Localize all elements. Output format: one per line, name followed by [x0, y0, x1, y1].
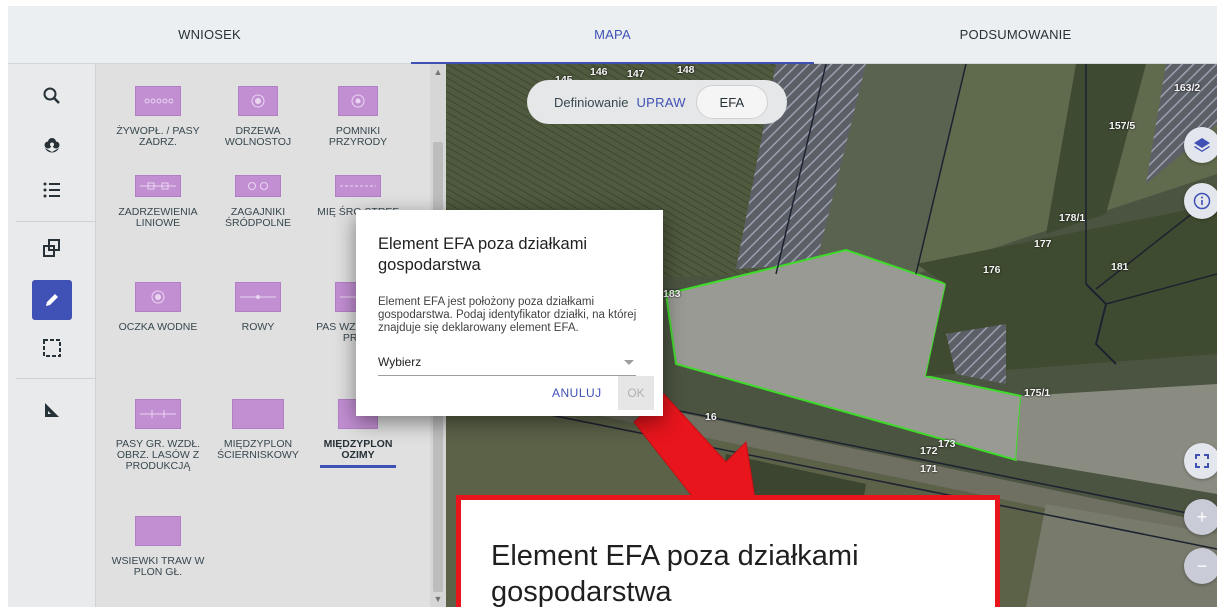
- crops-tool-button[interactable]: [32, 126, 72, 166]
- select-area-icon: [43, 339, 61, 357]
- search-icon: [43, 87, 60, 104]
- palette-item-oczka[interactable]: OCZKA WODNE: [110, 282, 206, 333]
- tab-podsumowanie[interactable]: PODSUMOWANIE: [814, 6, 1217, 63]
- palette-item-miedzyplon-scierniskowy[interactable]: MIĘDZYPLON ŚCIERNISKOWY: [210, 399, 306, 461]
- palette-item-label: MIĘDZYPLON ŚCIERNISKOWY: [217, 438, 299, 461]
- measure-icon: [45, 403, 59, 417]
- palette-item-label: WSIEWKI TRAW W PLON GŁ.: [111, 555, 205, 578]
- parcel-label: 148: [677, 64, 695, 76]
- parcel-label: 172: [920, 445, 938, 457]
- parcel-label: 181: [1111, 261, 1129, 273]
- cancel-button[interactable]: ANULUJ: [552, 386, 602, 400]
- define-mode-switch: Definiowanie UPRAW EFA: [527, 80, 787, 124]
- pond-icon: [135, 282, 181, 312]
- parcel-label: 157/5: [1109, 120, 1136, 132]
- palette-item-label: ŻYWOPŁ. / PASY ZADRZ.: [116, 125, 200, 148]
- parcel-label: 175/1: [1024, 387, 1051, 399]
- parcel-select[interactable]: Wybierz: [378, 352, 636, 376]
- tab-label: PODSUMOWANIE: [959, 27, 1072, 42]
- define-label: Definiowanie: [554, 94, 629, 110]
- palette-item-rowy[interactable]: ROWY: [210, 282, 306, 333]
- zoom-callout: Element EFA poza działkami gospodarstwa: [456, 495, 1000, 607]
- palette-item-pomniki[interactable]: POMNIKI PRZYRODY: [310, 86, 406, 148]
- info-icon: [1193, 192, 1211, 210]
- parcel-label: 163/2: [1174, 82, 1201, 94]
- parcel-label: 173: [938, 438, 956, 450]
- layers-icon: [1194, 138, 1210, 152]
- parcel-label: 183: [663, 288, 681, 300]
- list-icon: [43, 182, 60, 198]
- hedge-icon: [135, 86, 181, 116]
- zoom-out-button[interactable]: −: [1184, 548, 1217, 584]
- field-strip-icon: [135, 399, 181, 429]
- zoom-in-button[interactable]: +: [1184, 499, 1217, 535]
- palette-item-drzewa[interactable]: DRZEWA WOLNOSTOJ: [210, 86, 306, 148]
- fullscreen-icon: [1195, 454, 1209, 468]
- tab-wniosek[interactable]: WNIOSEK: [8, 6, 411, 63]
- tab-label: WNIOSEK: [178, 27, 241, 42]
- fullscreen-button[interactable]: [1184, 443, 1217, 479]
- palette-item-pasy-gr[interactable]: PASY GR. WZDŁ. OBRZ. LASÓW Z PRODUKCJĄ: [110, 399, 206, 472]
- layers-button[interactable]: [1184, 127, 1217, 163]
- tree-line-icon: [135, 175, 181, 197]
- pencil-icon: [46, 294, 58, 306]
- info-button[interactable]: [1184, 183, 1217, 219]
- measure-tool-button[interactable]: [32, 390, 72, 430]
- top-tabs: WNIOSEK MAPA PODSUMOWANIE: [8, 6, 1217, 64]
- app-root: WNIOSEK MAPA PODSUMOWANIE ŻYWOPŁ. / PASY…: [0, 0, 1217, 607]
- palette-item-label: ROWY: [241, 321, 275, 333]
- tree-icon: [238, 86, 278, 116]
- palette-item-label: ZAGAJNIKI ŚRÓDPOLNE: [225, 206, 291, 229]
- catch-crop-icon: [232, 399, 284, 429]
- define-upraw-button[interactable]: UPRAW: [636, 95, 685, 110]
- chevron-up-icon[interactable]: ▲: [432, 66, 444, 78]
- draw-tool-button[interactable]: [32, 280, 72, 320]
- parcel-label: 147: [627, 68, 645, 80]
- toolbar-divider: [16, 221, 96, 222]
- list-tool-button[interactable]: [32, 170, 72, 210]
- dialog-title: Element EFA poza działkami gospodarstwa: [378, 235, 588, 274]
- palette-item-label: MIĘDZYPLON OZIMY: [323, 438, 393, 461]
- select-area-tool-button[interactable]: [32, 328, 72, 368]
- parcel-label: 177: [1034, 238, 1052, 250]
- palette-item-label: ZADRZEWIENIA LINIOWE: [118, 206, 198, 229]
- monument-icon: [338, 86, 378, 116]
- palette-item-zadrzewienia[interactable]: ZADRZEWIENIA LINIOWE: [110, 175, 206, 229]
- palette-item-label: POMNIKI PRZYRODY: [328, 125, 388, 148]
- parcel-select-value: Wybierz: [378, 355, 422, 369]
- copy-icon: [43, 239, 60, 257]
- palette-item-zagajniki[interactable]: ZAGAJNIKI ŚRÓDPOLNE: [210, 175, 306, 229]
- ditch-icon: [235, 282, 281, 312]
- copse-icon: [235, 175, 281, 197]
- palette-item-zywoplot[interactable]: ŻYWOPŁ. / PASY ZADRZ.: [110, 86, 206, 148]
- parcel-label: 178/1: [1059, 212, 1086, 224]
- parcel-label: 176: [983, 264, 1001, 276]
- copy-tool-button[interactable]: [32, 228, 72, 268]
- toolbar-divider: [16, 378, 96, 379]
- plus-icon: +: [1196, 506, 1208, 527]
- parcel-label: 146: [590, 66, 608, 78]
- search-tool-button[interactable]: [32, 76, 72, 116]
- efa-outside-parcels-dialog: Element EFA poza działkami gospodarstwa …: [356, 210, 663, 416]
- tab-label: MAPA: [594, 27, 631, 42]
- tab-mapa[interactable]: MAPA: [411, 6, 814, 64]
- palette-item-label: PASY GR. WZDŁ. OBRZ. LASÓW Z PRODUKCJĄ: [115, 438, 201, 472]
- dialog-message: Element EFA jest położony poza działkami…: [378, 296, 637, 334]
- define-efa-button[interactable]: EFA: [695, 85, 768, 119]
- minus-icon: −: [1196, 555, 1208, 576]
- left-toolbar: [8, 64, 96, 607]
- undersown-grass-icon: [135, 516, 181, 546]
- palette-item-wsiewki[interactable]: WSIEWKI TRAW W PLON GŁ.: [110, 516, 206, 578]
- chevron-down-icon[interactable]: ▼: [432, 593, 444, 605]
- callout-title: Element EFA poza działkami gospodarstwa: [491, 540, 859, 607]
- parcel-label: 171: [920, 463, 938, 475]
- palette-item-label: OCZKA WODNE: [118, 321, 198, 333]
- ok-button[interactable]: OK: [618, 376, 654, 410]
- buffer-strip-icon: [335, 175, 381, 197]
- dropdown-arrow-icon: [624, 360, 634, 365]
- flower-icon: [44, 138, 60, 153]
- palette-item-label: DRZEWA WOLNOSTOJ: [224, 125, 292, 148]
